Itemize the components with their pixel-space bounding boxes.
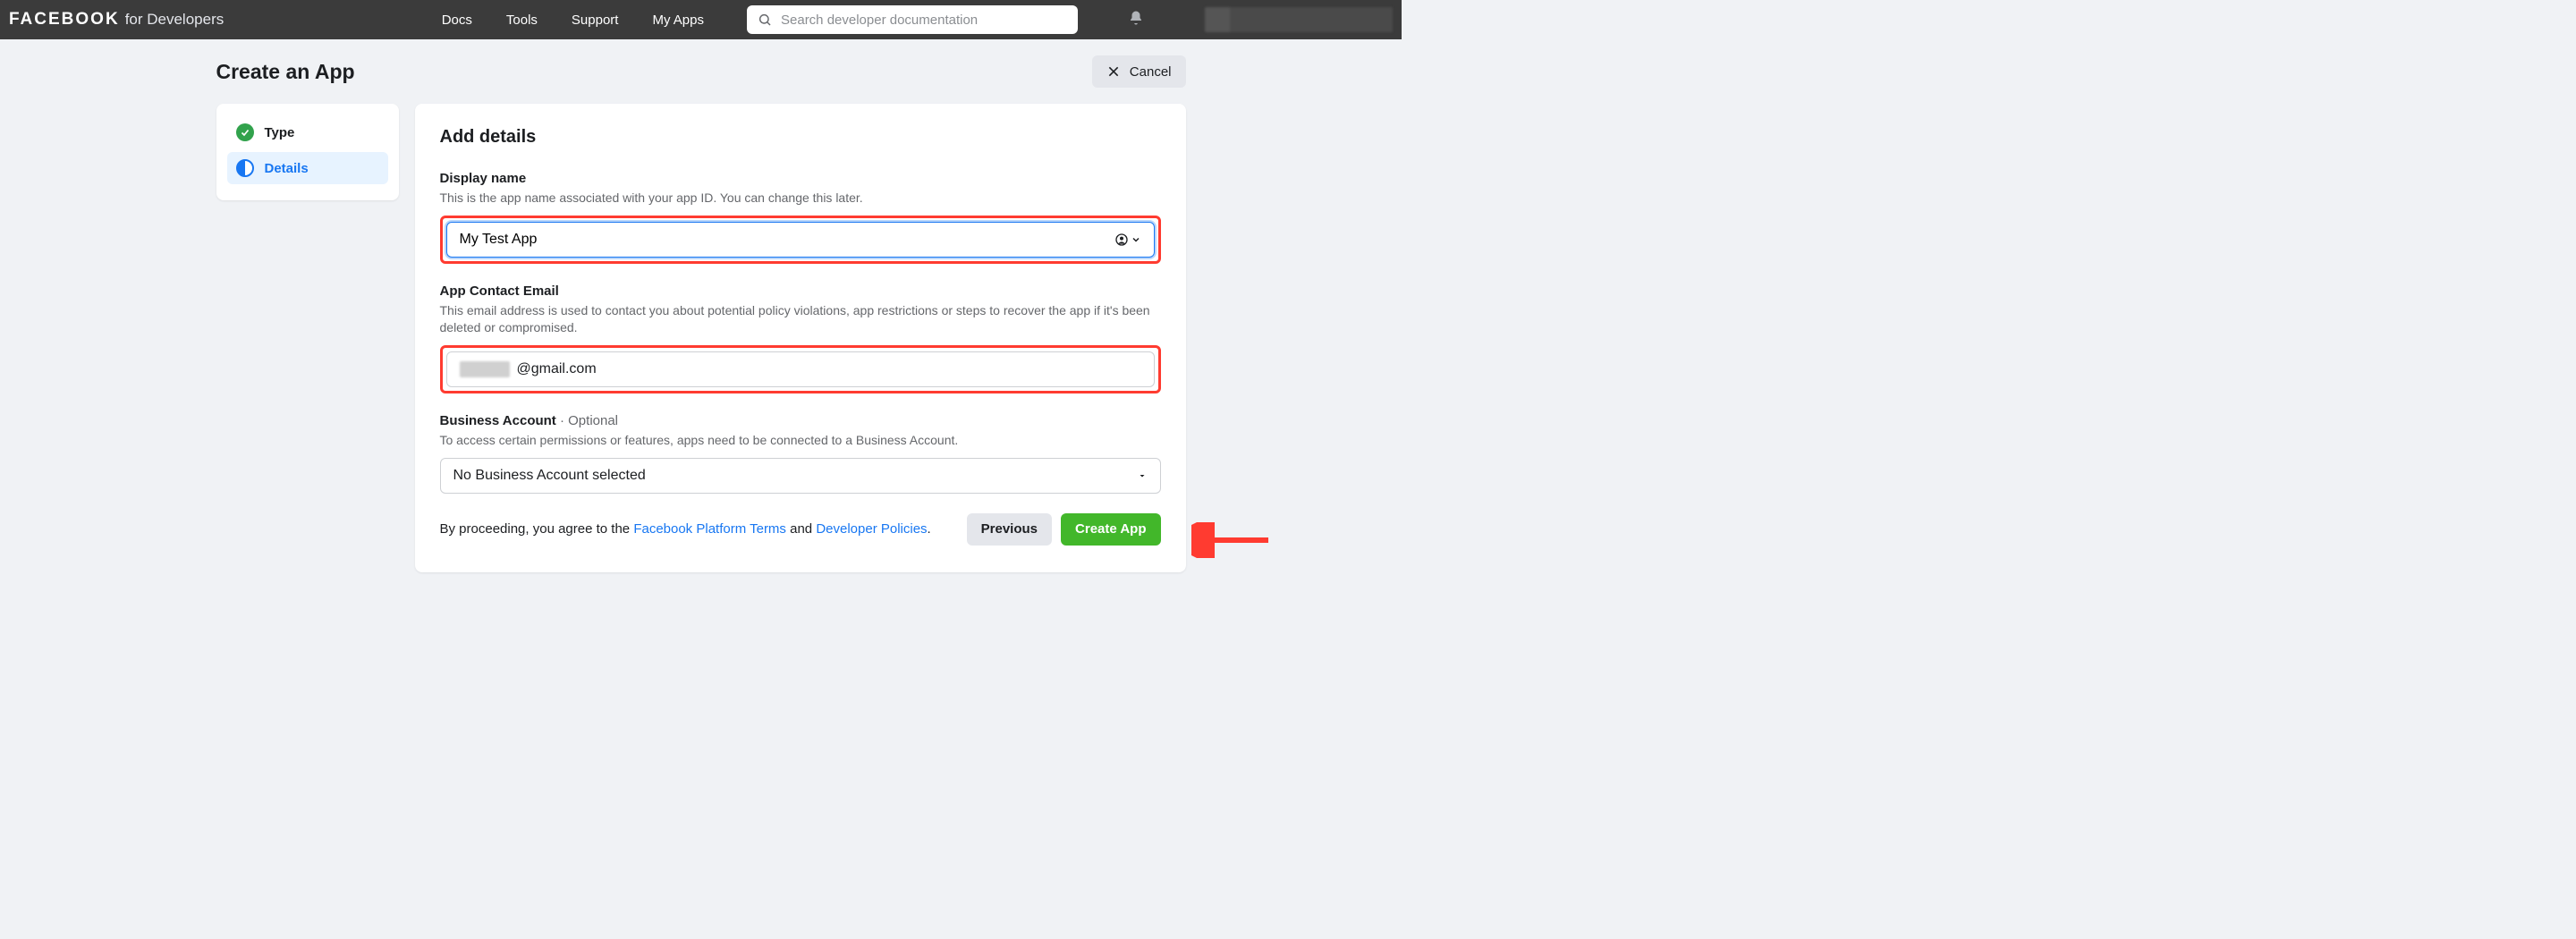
business-account-label-text: Business Account: [440, 413, 556, 428]
optional-tag: · Optional: [556, 413, 618, 428]
form-heading: Add details: [440, 127, 1161, 148]
display-name-input[interactable]: [460, 232, 1107, 248]
nav-docs[interactable]: Docs: [442, 13, 472, 28]
highlight-box: [440, 216, 1161, 264]
bell-icon[interactable]: [1128, 10, 1144, 30]
check-circle-icon: [236, 123, 254, 141]
business-account-selected: No Business Account selected: [453, 468, 646, 484]
business-account-field: Business Account · Optional To access ce…: [440, 413, 1161, 494]
contact-email-field: App Contact Email This email address is …: [440, 283, 1161, 393]
display-name-help: This is the app name associated with you…: [440, 190, 1161, 207]
stepper: Type Details: [216, 104, 399, 200]
search-icon: [758, 13, 772, 27]
display-name-label: Display name: [440, 171, 1161, 186]
platform-terms-link[interactable]: Facebook Platform Terms: [633, 521, 786, 537]
nav-tools[interactable]: Tools: [506, 13, 538, 28]
top-bar: FACEBOOK for Developers Docs Tools Suppo…: [0, 0, 1402, 39]
form-card: Add details Display name This is the app…: [415, 104, 1186, 572]
top-nav: Docs Tools Support My Apps: [442, 5, 1393, 34]
annotation-arrow-icon: [1191, 522, 1272, 558]
business-account-label: Business Account · Optional: [440, 413, 1161, 428]
nav-my-apps[interactable]: My Apps: [652, 13, 704, 28]
step-type-label: Type: [265, 125, 295, 140]
chevron-down-icon: [1131, 234, 1141, 245]
business-account-help: To access certain permissions or feature…: [440, 432, 1161, 449]
cancel-label: Cancel: [1130, 64, 1172, 80]
email-suffix: @gmail.com: [517, 361, 597, 377]
display-name-field: Display name This is the app name associ…: [440, 171, 1161, 264]
contact-email-label: App Contact Email: [440, 283, 1161, 299]
search-box[interactable]: [747, 5, 1078, 34]
agree-text: By proceeding, you agree to the Facebook…: [440, 521, 931, 537]
create-app-button[interactable]: Create App: [1061, 513, 1160, 546]
developer-policies-link[interactable]: Developer Policies: [816, 521, 927, 537]
profile-menu[interactable]: [1205, 7, 1393, 32]
page-title: Create an App: [216, 60, 355, 84]
brand[interactable]: FACEBOOK for Developers: [9, 10, 224, 30]
cancel-button[interactable]: Cancel: [1092, 55, 1186, 88]
agree-suffix: .: [928, 521, 931, 537]
close-icon: [1106, 64, 1121, 79]
email-prefix-redacted: xxxxxxx: [460, 361, 510, 377]
brand-sub: for Developers: [125, 11, 225, 29]
highlight-box: xxxxxxx @gmail.com: [440, 345, 1161, 393]
contact-email-input-wrap[interactable]: xxxxxxx @gmail.com: [446, 351, 1155, 387]
page: Create an App Cancel Type Details Add de…: [211, 55, 1191, 572]
person-circle-icon: [1114, 233, 1129, 247]
search-input[interactable]: [781, 13, 1067, 28]
agree-prefix: By proceeding, you agree to the: [440, 521, 634, 537]
step-type[interactable]: Type: [227, 116, 388, 148]
half-circle-icon: [236, 159, 254, 177]
display-name-input-wrap[interactable]: [446, 222, 1155, 258]
step-details-label: Details: [265, 161, 309, 176]
nav-support[interactable]: Support: [572, 13, 619, 28]
agree-mid: and: [786, 521, 816, 537]
autofill-indicator[interactable]: [1114, 233, 1141, 247]
previous-button[interactable]: Previous: [967, 513, 1052, 546]
brand-main: FACEBOOK: [9, 10, 120, 30]
step-details[interactable]: Details: [227, 152, 388, 184]
contact-email-help: This email address is used to contact yo…: [440, 302, 1161, 336]
caret-down-icon: [1137, 470, 1148, 481]
form-footer: By proceeding, you agree to the Facebook…: [440, 513, 1161, 546]
business-account-select[interactable]: No Business Account selected: [440, 458, 1161, 494]
